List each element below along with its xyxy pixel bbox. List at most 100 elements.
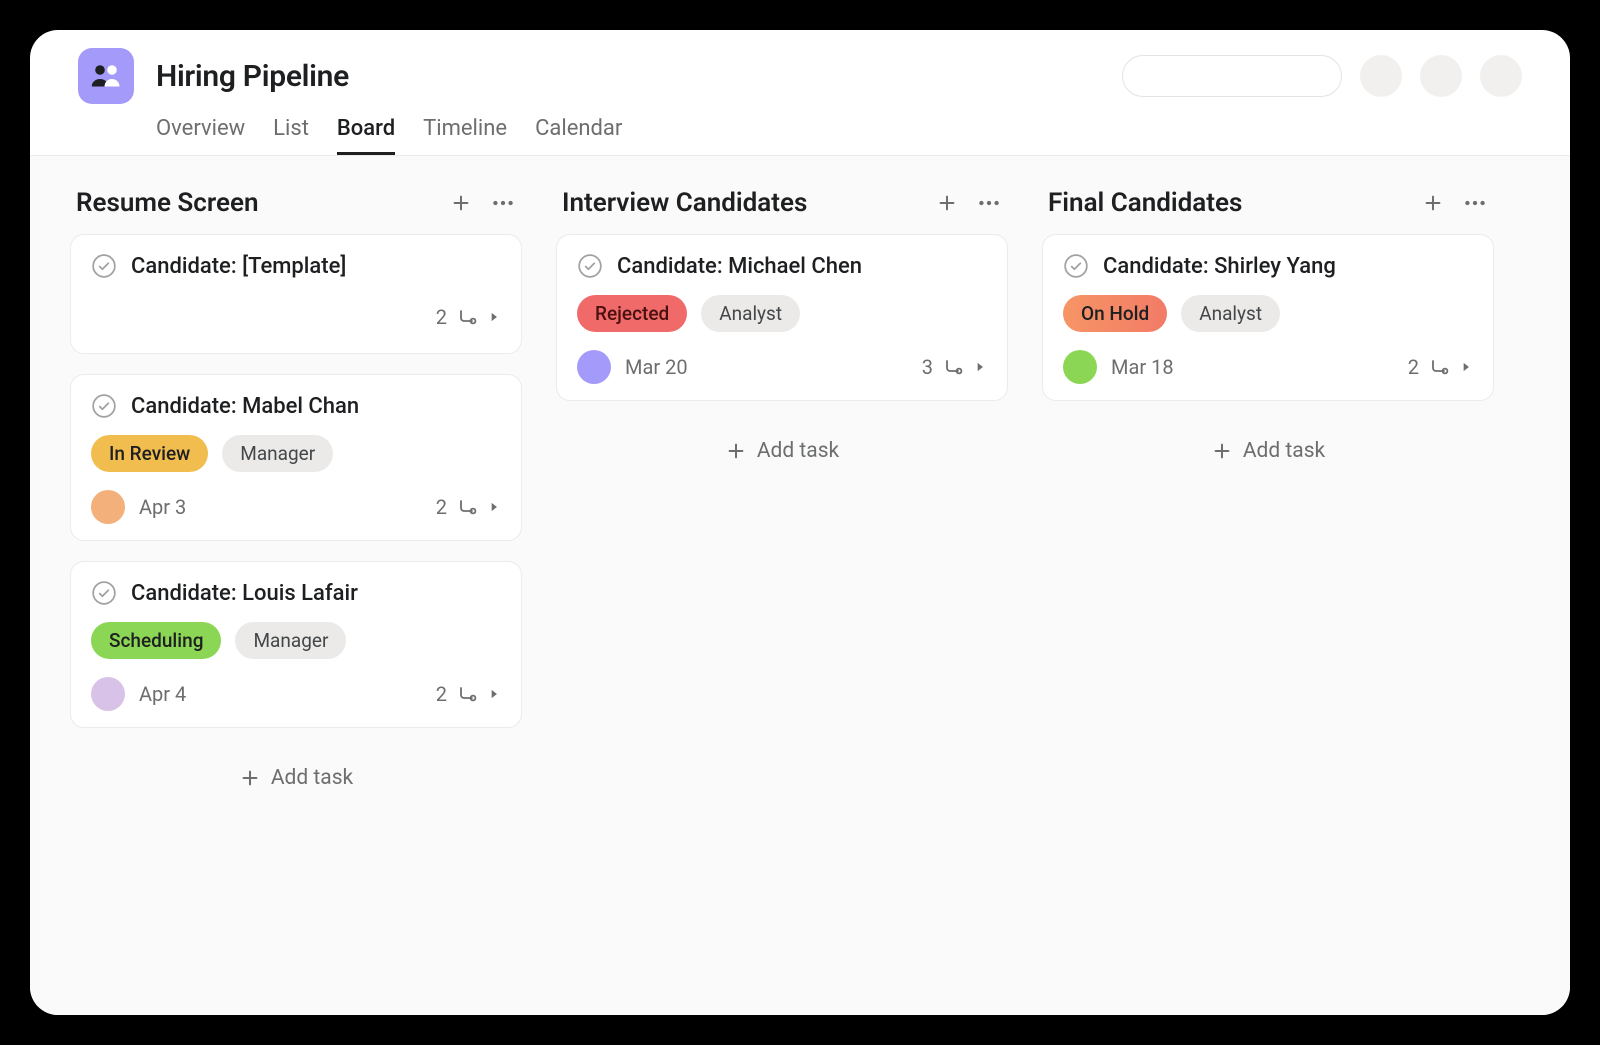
card-date: Apr 4 xyxy=(139,682,186,706)
caret-right-icon xyxy=(1459,360,1473,374)
card-footer: Apr 4 2 xyxy=(91,677,501,711)
card-footer: Mar 18 2 xyxy=(1063,350,1473,384)
caret-right-icon xyxy=(487,687,501,701)
column-more-button[interactable] xyxy=(976,190,1002,216)
card-subtasks[interactable]: 2 xyxy=(1408,355,1473,379)
card-title-row: Candidate: Shirley Yang xyxy=(1063,253,1473,279)
column-add-button[interactable] xyxy=(936,190,958,216)
card-subtasks[interactable]: 3 xyxy=(922,355,987,379)
column-header: Final Candidates xyxy=(1042,184,1494,234)
caret-right-icon xyxy=(973,360,987,374)
check-circle-icon xyxy=(1063,253,1089,279)
card-footer: Apr 3 2 xyxy=(91,490,501,524)
tab-board[interactable]: Board xyxy=(337,110,395,155)
more-icon xyxy=(1462,190,1488,216)
caret-right-icon xyxy=(487,500,501,514)
add-task-button[interactable]: Add task xyxy=(70,748,522,808)
card-subtasks[interactable]: 2 xyxy=(436,495,501,519)
search-input[interactable] xyxy=(1122,55,1342,97)
card[interactable]: Candidate: Mabel Chan In Review Manager Ap… xyxy=(70,374,522,541)
add-task-label: Add task xyxy=(1243,439,1325,463)
header: Hiring Pipeline Overview List Board Timelin… xyxy=(30,30,1570,156)
subtask-count: 3 xyxy=(922,355,933,379)
column-actions xyxy=(450,190,516,216)
subtask-icon xyxy=(455,682,479,706)
card-title-row: Candidate: Louis Lafair xyxy=(91,580,501,606)
board: Resume Screen Candidate: [Template] 2 Ca… xyxy=(30,156,1570,1015)
card-subtasks[interactable]: 2 xyxy=(436,305,501,329)
column-more-button[interactable] xyxy=(1462,190,1488,216)
card-tags: Rejected Analyst xyxy=(577,295,987,332)
column-actions xyxy=(1422,190,1488,216)
avatar[interactable] xyxy=(1063,350,1097,384)
plus-icon xyxy=(936,192,958,214)
tag[interactable]: Manager xyxy=(222,435,333,472)
tab-calendar[interactable]: Calendar xyxy=(535,110,622,155)
header-right xyxy=(1122,55,1522,97)
plus-icon xyxy=(1211,440,1233,462)
card-subtasks[interactable]: 2 xyxy=(436,682,501,706)
column: Interview Candidates Candidate: Michael … xyxy=(556,184,1008,481)
add-task-label: Add task xyxy=(271,766,353,790)
card[interactable]: Candidate: Louis Lafair Scheduling Manage… xyxy=(70,561,522,728)
project-icon[interactable] xyxy=(78,48,134,104)
tabs: Overview List Board Timeline Calendar xyxy=(156,110,1522,155)
tab-list[interactable]: List xyxy=(273,110,309,155)
caret-right-icon xyxy=(487,310,501,324)
more-icon xyxy=(490,190,516,216)
avatar[interactable] xyxy=(91,677,125,711)
column-title: Resume Screen xyxy=(76,188,450,218)
card-tags: In Review Manager xyxy=(91,435,501,472)
plus-icon xyxy=(725,440,747,462)
add-task-button[interactable]: Add task xyxy=(556,421,1008,481)
card-title: Candidate: [Template] xyxy=(131,254,346,279)
card-footer: Mar 20 3 xyxy=(577,350,987,384)
project-title: Hiring Pipeline xyxy=(156,59,1100,94)
card-tags: On Hold Analyst xyxy=(1063,295,1473,332)
card-title-row: Candidate: Mabel Chan xyxy=(91,393,501,419)
column: Final Candidates Candidate: Shirley Yang… xyxy=(1042,184,1494,481)
tag[interactable]: On Hold xyxy=(1063,295,1167,332)
avatar[interactable] xyxy=(91,490,125,524)
title-area: Hiring Pipeline xyxy=(156,59,1100,94)
column-add-button[interactable] xyxy=(1422,190,1444,216)
tag[interactable]: Rejected xyxy=(577,295,687,332)
tab-overview[interactable]: Overview xyxy=(156,110,245,155)
card[interactable]: Candidate: Michael Chen RejectedAnalystM… xyxy=(556,234,1008,401)
add-task-button[interactable]: Add task xyxy=(1042,421,1494,481)
check-circle-icon xyxy=(577,253,603,279)
plus-icon xyxy=(239,767,261,789)
subtask-icon xyxy=(1427,355,1451,379)
column-add-button[interactable] xyxy=(450,190,472,216)
header-top: Hiring Pipeline xyxy=(78,48,1522,104)
tab-timeline[interactable]: Timeline xyxy=(423,110,507,155)
plus-icon xyxy=(1422,192,1444,214)
tag[interactable]: Scheduling xyxy=(91,622,221,659)
header-action-1[interactable] xyxy=(1360,55,1402,97)
check-circle-icon xyxy=(91,393,117,419)
check-circle-icon xyxy=(91,580,117,606)
column-title: Interview Candidates xyxy=(562,188,936,218)
column-header: Interview Candidates xyxy=(556,184,1008,234)
tag[interactable]: In Review xyxy=(91,435,208,472)
column: Resume Screen Candidate: [Template] 2 Ca… xyxy=(70,184,522,808)
card-title: Candidate: Louis Lafair xyxy=(131,581,358,606)
column-title: Final Candidates xyxy=(1048,188,1422,218)
avatar[interactable] xyxy=(577,350,611,384)
tag[interactable]: Analyst xyxy=(701,295,800,332)
card-date: Mar 20 xyxy=(625,355,688,379)
card[interactable]: Candidate: Shirley Yang On Hold Analyst Ma… xyxy=(1042,234,1494,401)
people-icon xyxy=(88,58,124,94)
card-date: Mar 18 xyxy=(1111,355,1174,379)
subtask-count: 2 xyxy=(436,495,447,519)
header-action-2[interactable] xyxy=(1420,55,1462,97)
card-date: Apr 3 xyxy=(139,495,186,519)
column-more-button[interactable] xyxy=(490,190,516,216)
more-icon xyxy=(976,190,1002,216)
header-action-3[interactable] xyxy=(1480,55,1522,97)
card[interactable]: Candidate: [Template] 2 xyxy=(70,234,522,354)
subtask-count: 2 xyxy=(436,305,447,329)
tag[interactable]: Manager xyxy=(235,622,346,659)
subtask-count: 2 xyxy=(1408,355,1419,379)
tag[interactable]: Analyst xyxy=(1181,295,1280,332)
